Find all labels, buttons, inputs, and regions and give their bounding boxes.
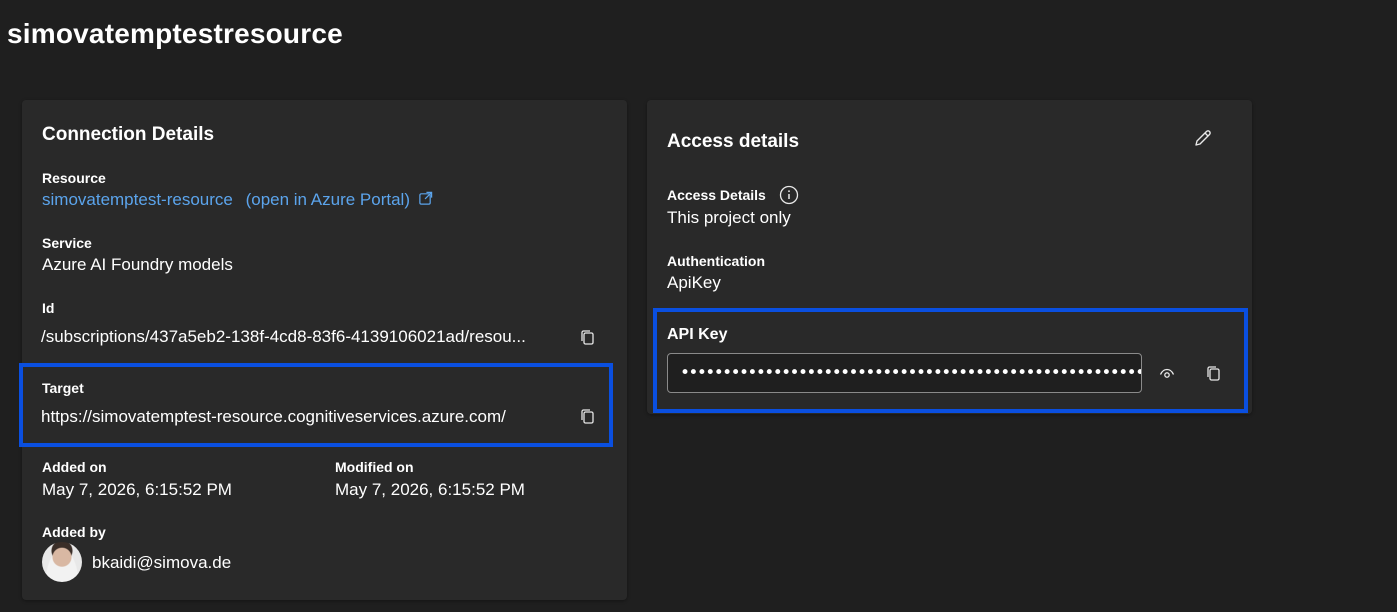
modified-on-label: Modified on — [335, 459, 414, 475]
copy-id-button[interactable] — [577, 327, 597, 347]
access-details-title: Access details — [667, 131, 800, 152]
copy-icon — [581, 329, 594, 345]
page-title: simovatemptestresource — [7, 18, 343, 49]
id-label: Id — [42, 300, 55, 316]
info-icon[interactable] — [779, 185, 799, 205]
service-label: Service — [42, 235, 92, 251]
external-link-icon — [419, 191, 432, 205]
modified-on-value: May 7, 2026, 6:15:52 PM — [335, 480, 525, 499]
added-on-label: Added on — [42, 459, 107, 475]
api-key-highlight — [653, 308, 1248, 413]
access-details-value: This project only — [667, 208, 791, 227]
avatar — [42, 542, 82, 582]
id-value: /subscriptions/437a5eb2-138f-4cd8-83f6-4… — [41, 327, 526, 346]
added-by-label: Added by — [42, 524, 106, 540]
resource-label: Resource — [42, 170, 106, 186]
edit-button[interactable] — [1193, 128, 1213, 148]
pencil-icon — [1195, 130, 1211, 146]
added-on-value: May 7, 2026, 6:15:52 PM — [42, 480, 232, 499]
connection-details-card: Connection Details Resource simovatempte… — [22, 100, 627, 600]
resource-link[interactable]: simovatemptest-resource — [42, 190, 233, 209]
open-in-portal-link[interactable]: (open in Azure Portal) — [246, 190, 433, 209]
added-by-value: bkaidi@simova.de — [92, 553, 232, 572]
access-details-label: Access Details — [667, 185, 799, 205]
authentication-value: ApiKey — [667, 273, 721, 292]
open-in-portal-label: (open in Azure Portal) — [245, 190, 410, 209]
service-value: Azure AI Foundry models — [42, 255, 233, 274]
authentication-label: Authentication — [667, 253, 765, 269]
resource-value: simovatemptest-resource (open in Azure P… — [42, 190, 433, 210]
target-highlight — [19, 363, 613, 447]
access-details-label-text: Access Details — [667, 187, 766, 203]
connection-details-title: Connection Details — [42, 124, 215, 145]
